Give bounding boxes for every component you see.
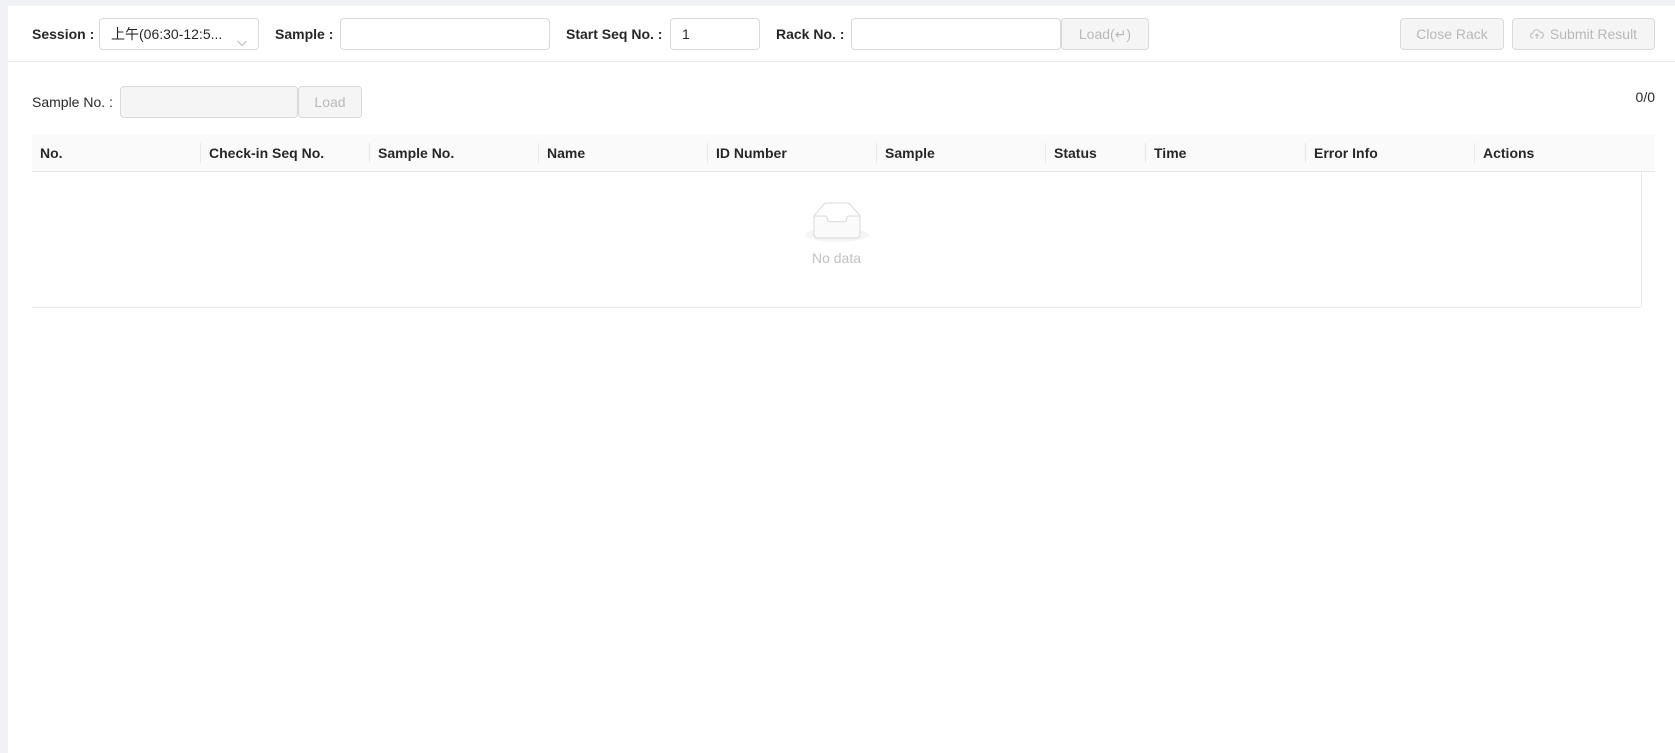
col-id-number[interactable]: ID Number [708,134,877,172]
page-container: Session : 上午(06:30-12:5... Sample : Star… [8,6,1675,753]
sample-no-input[interactable] [120,86,298,118]
session-select[interactable]: 上午(06:30-12:5... [99,18,259,50]
col-time[interactable]: Time [1146,134,1306,172]
table-body: No data [32,172,1641,308]
sample-input[interactable] [340,18,550,50]
submit-result-button[interactable]: Submit Result [1512,18,1655,50]
col-sample-no[interactable]: Sample No. [370,134,539,172]
empty-inbox-icon [804,202,869,246]
col-actions[interactable]: Actions [1475,134,1655,172]
rack-input[interactable] [851,18,1061,50]
sample-load-button[interactable]: Load [298,86,362,118]
chevron-down-icon [236,29,248,59]
start-seq-label: Start Seq No. : [566,26,663,42]
sample-no-label: Sample No. : [32,94,113,110]
table-scrollbar[interactable] [1641,172,1655,307]
samples-table: No. Check-in Seq No. Sample No. Name ID … [32,134,1655,308]
start-seq-input[interactable] [670,18,760,50]
rack-label: Rack No. : [776,26,845,42]
filter-toolbar: Session : 上午(06:30-12:5... Sample : Star… [8,6,1675,62]
sample-label: Sample : [275,26,334,42]
submit-result-label: Submit Result [1549,26,1638,42]
empty-state: No data [32,202,1641,266]
load-rack-button[interactable]: Load(↵) [1061,18,1149,50]
col-name[interactable]: Name [539,134,708,172]
table-header: No. Check-in Seq No. Sample No. Name ID … [32,134,1655,172]
col-checkin-seq[interactable]: Check-in Seq No. [201,134,370,172]
col-error-info[interactable]: Error Info [1306,134,1475,172]
col-status[interactable]: Status [1046,134,1146,172]
close-rack-button[interactable]: Close Rack [1400,18,1504,50]
record-counter: 0/0 [1635,89,1655,105]
col-sample[interactable]: Sample [877,134,1046,172]
empty-text: No data [811,250,862,266]
session-select-value: 上午(06:30-12:5... [111,26,223,42]
cloud-upload-icon [1529,20,1544,50]
session-label: Session : [32,26,95,42]
col-no[interactable]: No. [32,134,201,172]
